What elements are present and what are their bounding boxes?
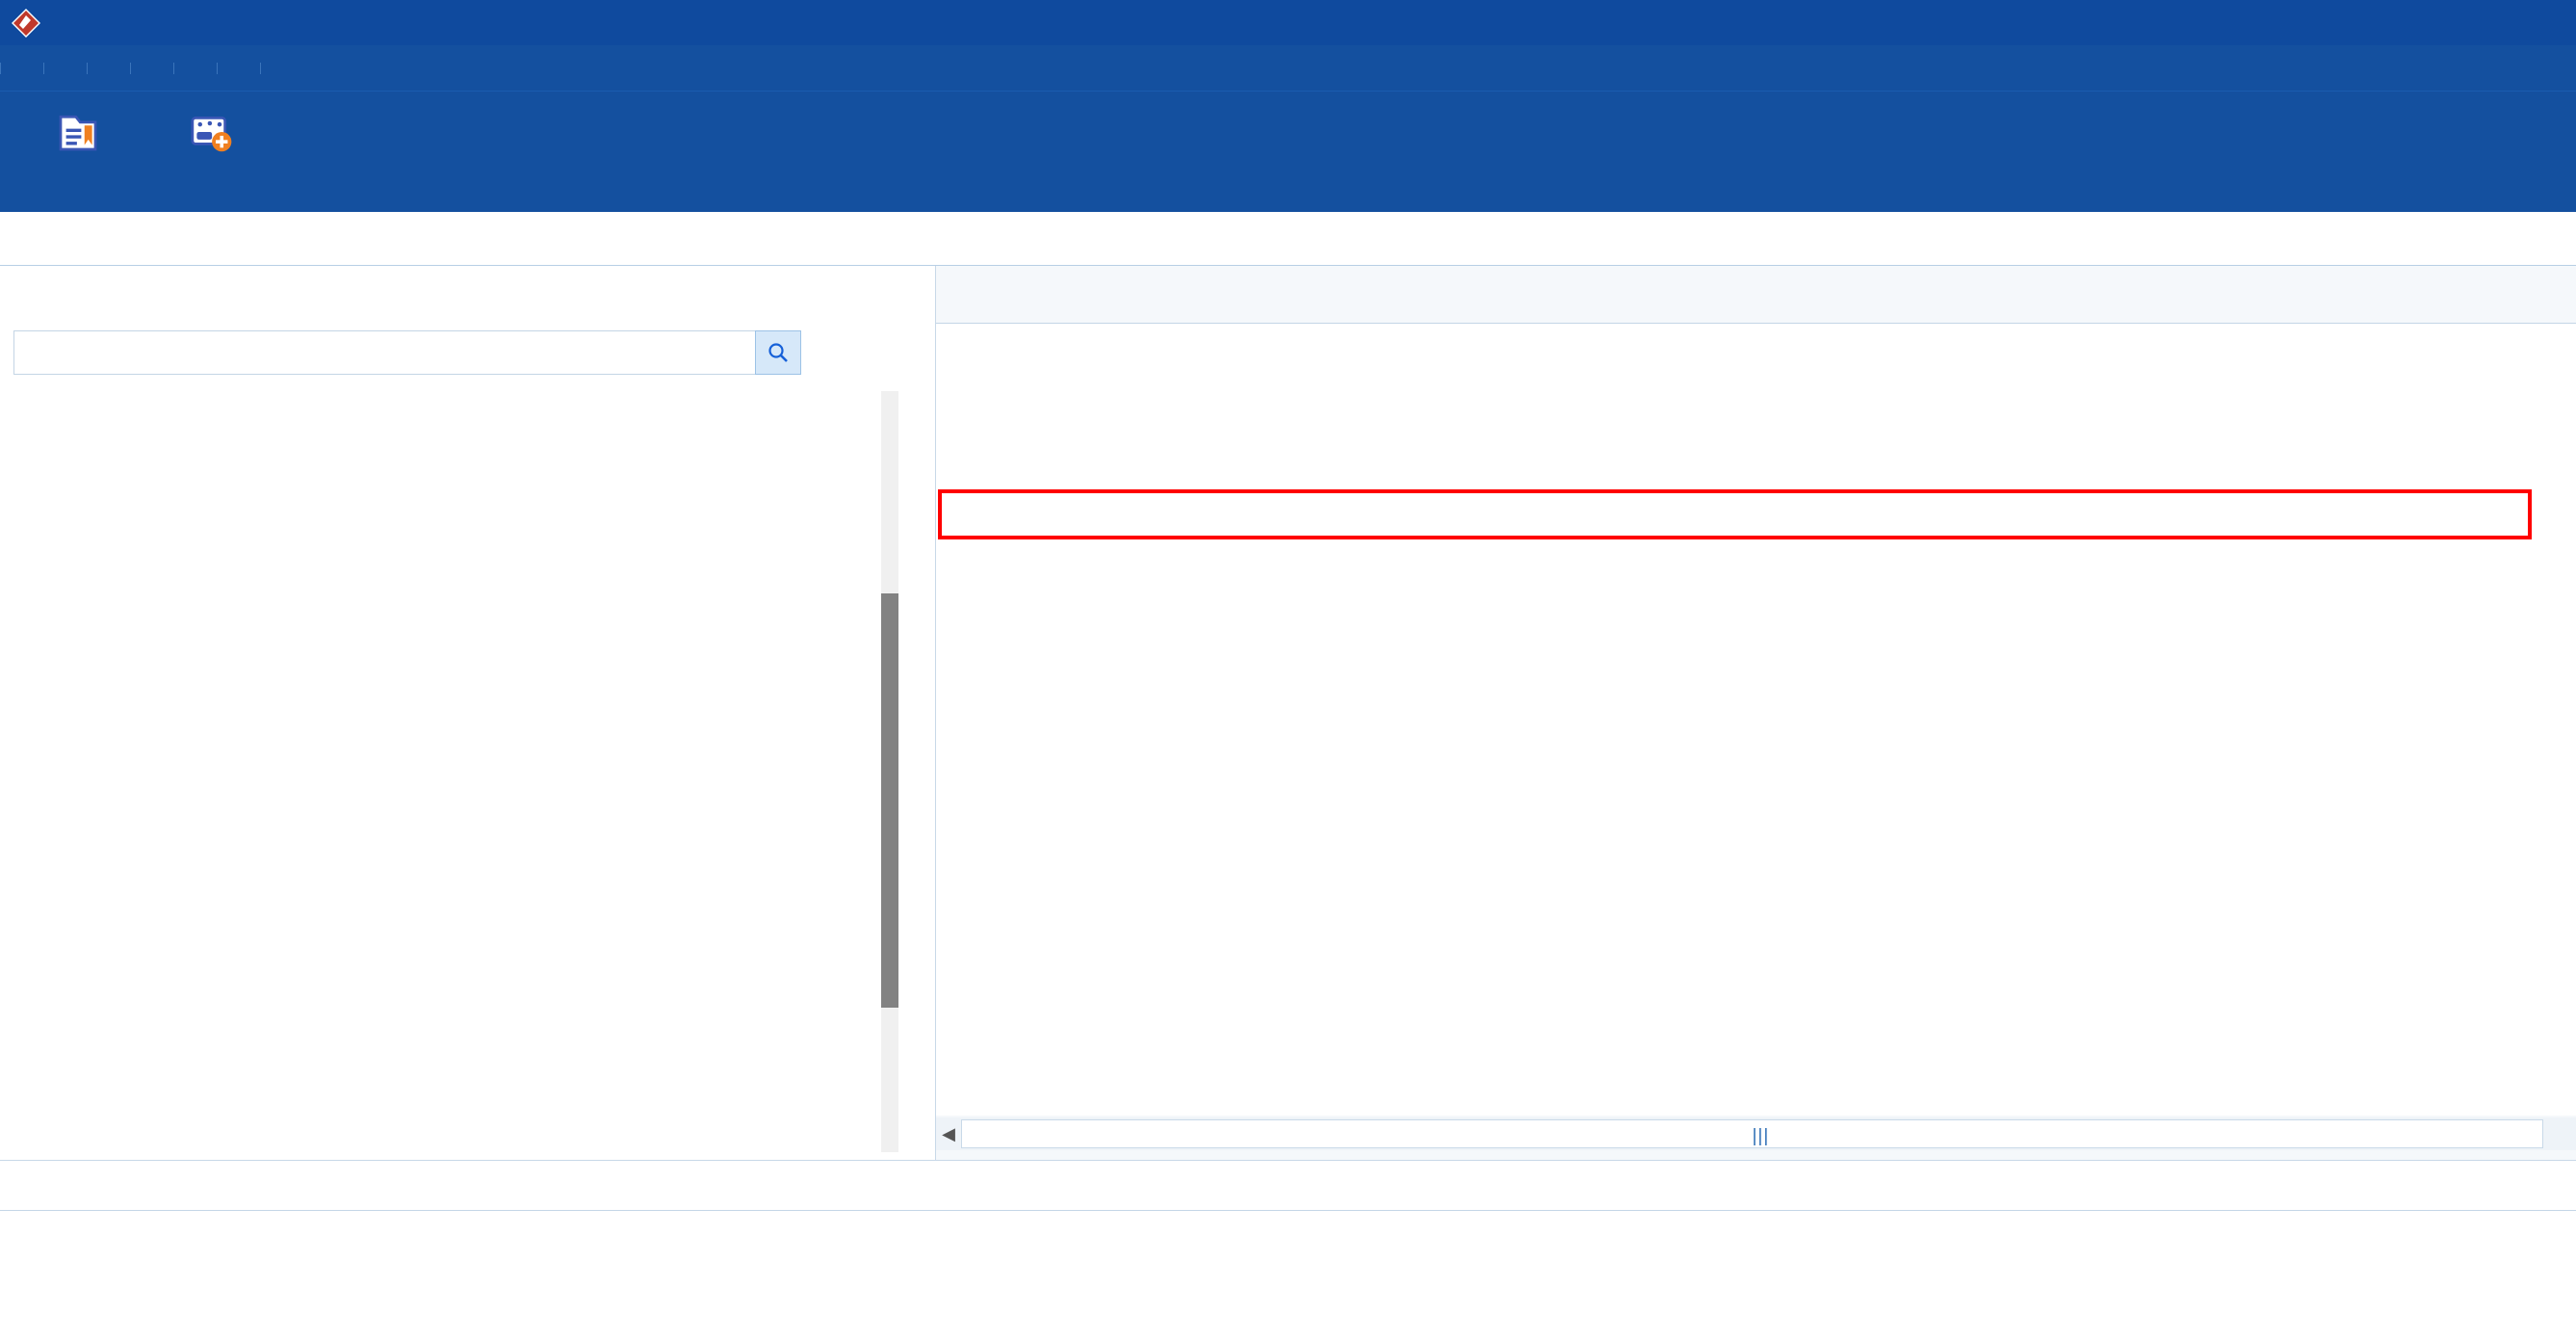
menu-tools[interactable] [174,62,218,74]
tree-scrollbar-thumb[interactable] [881,593,898,1008]
detail-body [0,1211,2576,1219]
left-panel [0,266,936,1160]
highlight-annotation-box [938,489,2532,539]
scroll-left-arrow[interactable]: ◀ [936,1124,961,1144]
ribbon-button-案例管理[interactable] [12,92,144,205]
menu-bar [0,45,2576,92]
detail-panel [0,1160,2576,1340]
detail-tab-strip [0,1161,2576,1211]
right-panel: ◀ ||| [936,266,2576,1160]
ribbon-toolbar [0,92,2576,212]
menu-file[interactable] [0,62,44,74]
evidence-table-wrapper [936,441,2576,1116]
add-device-icon [185,101,237,163]
ribbon-button-添加设备[interactable] [144,92,277,205]
left-panel-toolbar [0,266,935,324]
result-tab-strip [936,266,2576,324]
breadcrumb [936,324,2576,380]
artifact-tree [0,381,936,1160]
hscroll-right-pad [2543,1119,2576,1148]
search-button[interactable] [755,330,801,375]
menu-help[interactable] [218,62,261,74]
tree-vertical-scrollbar[interactable] [881,391,898,1152]
table-horizontal-scrollbar[interactable]: ◀ ||| [936,1117,2576,1150]
menu-settings[interactable] [44,62,88,74]
menu-forensics[interactable] [131,62,174,74]
application-window: ◀ ||| [0,0,2576,1340]
title-bar [0,0,2576,45]
case-folder-icon [52,101,104,163]
search-input[interactable] [13,330,755,375]
app-logo-icon [10,7,42,39]
hscroll-thumb[interactable]: ||| [1753,1126,1770,1147]
hscroll-track[interactable]: ||| [961,1119,2543,1148]
main-tab-strip [0,212,2576,266]
left-panel-search-row [0,324,935,381]
result-action-toolbar [936,380,2576,441]
menu-view[interactable] [88,62,131,74]
